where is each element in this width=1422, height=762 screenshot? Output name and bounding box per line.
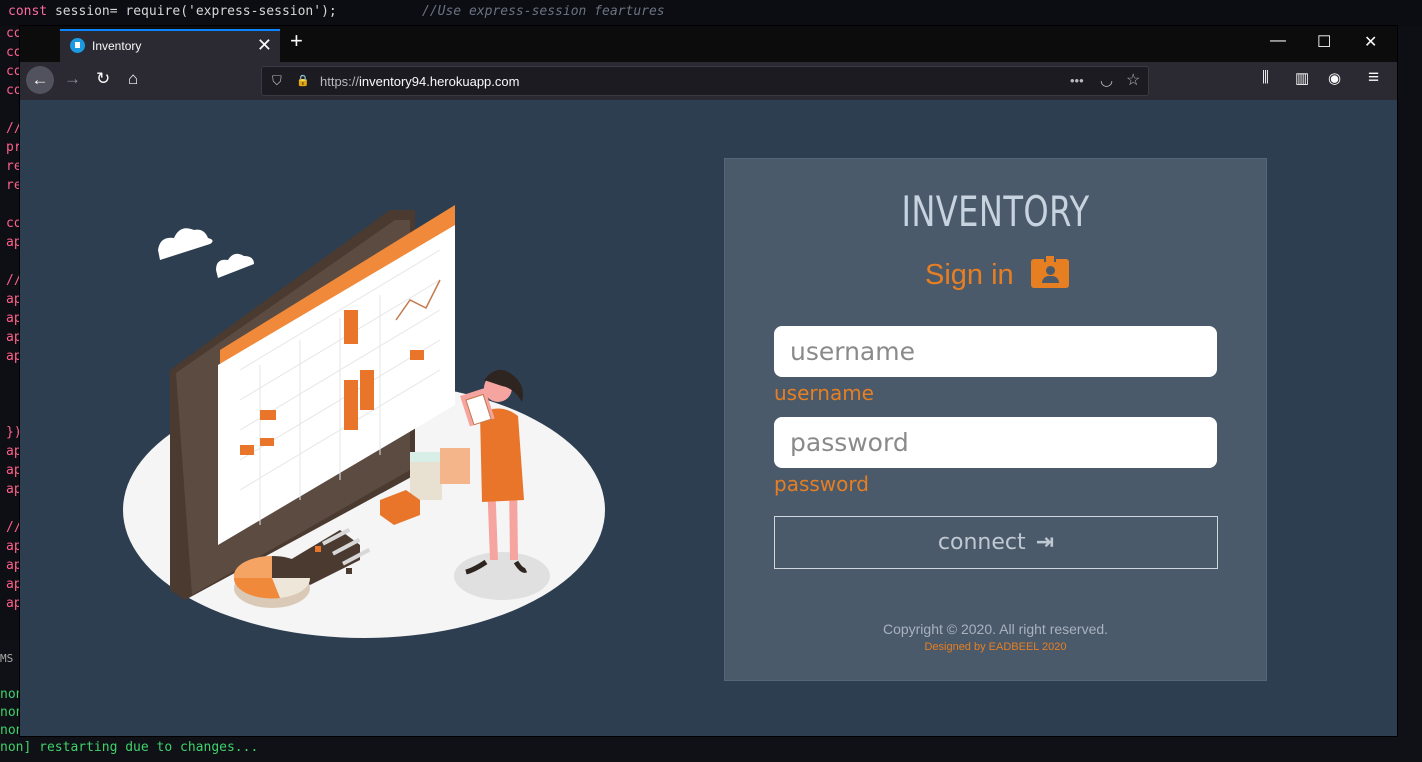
gutter-line (0, 368, 20, 387)
connect-button[interactable]: connect ⇥ (774, 516, 1218, 569)
tab-bar: Inventory ✕ + — ☐ ✕ (20, 26, 1397, 62)
gutter-line: // (6, 121, 20, 136)
maximize-button[interactable]: ☐ (1317, 32, 1331, 52)
gutter-line: re (6, 178, 20, 193)
pocket-icon[interactable]: ◡ (1100, 71, 1113, 89)
gutter-line: ap (6, 292, 20, 307)
gutter-line: // (6, 273, 20, 288)
password-input[interactable] (774, 417, 1217, 468)
favicon-icon (70, 38, 85, 53)
gutter-line: ap (6, 577, 20, 592)
password-label: password (774, 472, 869, 496)
gutter-line: ap (6, 539, 20, 554)
gutter-line (0, 197, 20, 216)
inventory-illustration (123, 205, 605, 638)
browser-window: Inventory ✕ + — ☐ ✕ ← → ↻ ⌂ ⛉ 🔒 https://… (20, 26, 1397, 736)
gutter-line: ap (6, 558, 20, 573)
gutter-line: ap (6, 596, 20, 611)
designed-by-text: Designed by EADBEEL 2020 (924, 641, 1067, 653)
gutter-line: co (6, 45, 20, 60)
gutter-line: }) (6, 425, 20, 440)
back-button[interactable]: ← (26, 66, 54, 94)
signin-heading: Sign in (925, 259, 1014, 291)
sidebar-icon[interactable]: ▥ (1295, 69, 1309, 87)
lock-icon[interactable]: 🔒 (296, 74, 310, 87)
close-window-button[interactable]: ✕ (1364, 32, 1377, 52)
url-bar[interactable]: ⛉ 🔒 https://inventory94.herokuapp.com ••… (261, 66, 1149, 96)
gutter-line (0, 387, 20, 406)
gutter-line (0, 406, 20, 425)
copyright-text: Copyright © 2020. All right reserved. (882, 621, 1109, 637)
tab-title: Inventory (92, 39, 142, 53)
library-icon[interactable]: ⫼ (1262, 69, 1269, 86)
gutter-line: ap (6, 444, 20, 459)
gutter-line: pr (6, 140, 20, 155)
code-text: session= require('express-session'); (54, 4, 337, 19)
editor-gutter: co co co co // pr re re co ap // ap ap ap ap}) ap ap ap //… (0, 26, 20, 646)
page-actions-icon[interactable]: ••• (1070, 73, 1084, 88)
sign-in-icon: ⇥ (1035, 530, 1055, 555)
gutter-line (0, 102, 20, 121)
gutter-line: ap (6, 349, 20, 364)
bookmark-star-icon[interactable]: ☆ (1126, 70, 1140, 90)
gutter-line: co (6, 64, 20, 79)
username-input[interactable] (774, 326, 1217, 377)
gutter-line (0, 254, 20, 273)
gutter-line: co (6, 26, 20, 41)
new-tab-button[interactable]: + (290, 28, 303, 54)
terminal-line: non] restarting due to changes... (0, 740, 259, 755)
code-comment: //Use express-session feartures (422, 4, 665, 19)
gutter-line: // (6, 520, 20, 535)
gutter-line: re (6, 159, 20, 174)
tab-close-icon[interactable]: ✕ (257, 35, 272, 56)
connect-label: connect (937, 530, 1026, 555)
gutter-line: ap (6, 330, 20, 345)
gutter-line: ap (6, 463, 20, 478)
shield-icon[interactable]: ⛉ (272, 73, 282, 89)
gutter-line: ap (6, 482, 20, 497)
gutter-line (0, 501, 20, 520)
code-line: const session= require('express-session'… (8, 4, 337, 19)
gutter-line: co (6, 216, 20, 231)
editor-top-bar: const session= require('express-session'… (0, 0, 1422, 26)
url-text: https://inventory94.herokuapp.com (320, 74, 519, 89)
page-content: INVENTORY Sign in username password conn… (20, 100, 1397, 736)
clouds (158, 228, 254, 278)
terminal-ms-label: MS (0, 652, 14, 665)
account-icon[interactable]: ◉ (1328, 69, 1341, 87)
app-title: INVENTORY (901, 187, 1090, 236)
url-host: inventory94.herokuapp.com (359, 74, 520, 89)
url-prefix: https:// (320, 74, 360, 89)
menu-icon[interactable]: ≡ (1368, 67, 1379, 89)
gutter-line: co (6, 83, 20, 98)
gutter-line: ap (6, 235, 20, 250)
home-button[interactable]: ⌂ (128, 69, 138, 89)
forward-button[interactable]: → (64, 69, 81, 89)
id-badge-icon (1031, 254, 1069, 288)
navigation-toolbar: ← → ↻ ⌂ ⛉ 🔒 https://inventory94.herokuap… (20, 62, 1397, 100)
tab-inventory[interactable]: Inventory ✕ (60, 29, 280, 62)
woman-shadow (454, 552, 550, 600)
login-card: INVENTORY Sign in username password conn… (724, 158, 1267, 681)
minimize-button[interactable]: — (1270, 32, 1286, 50)
reload-button[interactable]: ↻ (96, 69, 110, 89)
username-label: username (774, 381, 874, 405)
gutter-line: ap (6, 311, 20, 326)
pie-chart (233, 555, 311, 608)
